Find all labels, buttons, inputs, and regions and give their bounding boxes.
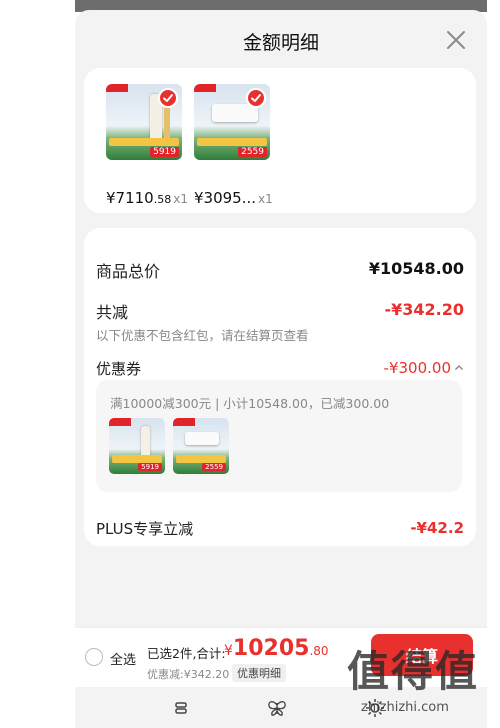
thumbnail-price: 2559 (238, 147, 267, 157)
coupon-product-thumbnail: 2559 (173, 418, 229, 474)
thumbnail-price: 2559 (202, 463, 226, 471)
plus-discount-label: PLUS专享立减 (96, 520, 194, 538)
coupon-product-thumbnail: 5919 (109, 418, 165, 474)
menu-icon[interactable] (170, 697, 192, 719)
checkout-bar: 全选 已选2件,合计: ¥10205.80 优惠减:¥342.20 优惠明细 结… (75, 627, 487, 687)
select-all-label[interactable]: 全选 (110, 649, 136, 668)
select-all-radio[interactable] (85, 648, 103, 666)
coupon-detail-box: 满10000减300元 | 小计10548.00，已减300.00 5919 2… (96, 380, 462, 492)
check-icon (246, 88, 266, 108)
product-qty: x1 (173, 192, 188, 206)
background-right (487, 0, 500, 728)
product-price-2: ¥3095... x1 (194, 189, 273, 207)
total-reduction-value: -¥342.20 (384, 300, 464, 319)
coupon-value: -¥300.00 (383, 359, 451, 377)
discount-detail-button[interactable]: 优惠明细 (232, 664, 286, 682)
product-thumbnail-tower-ac[interactable]: 5919 (106, 84, 182, 160)
sheet-title: 金额明细 (242, 32, 319, 54)
checkout-button[interactable]: 结算 (371, 634, 473, 676)
coupon-toggle[interactable]: -¥300.00 (384, 359, 464, 377)
close-icon[interactable] (443, 27, 469, 53)
background-left (0, 0, 75, 728)
coupon-description: 满10000减300元 | 小计10548.00，已减300.00 (110, 396, 390, 411)
goods-total-value: ¥10548.00 (368, 259, 464, 278)
order-total: ¥10205.80 (224, 636, 329, 661)
total-reduction-label: 共减 (96, 303, 129, 322)
chevron-up-icon (455, 365, 463, 370)
product-thumbnail-wall-ac[interactable]: 2559 (194, 84, 270, 160)
amount-detail-sheet: 金额明细 5919 2559 ¥7110.58 x1 ¥3095... x1 商… (75, 10, 487, 728)
product-price-1: ¥7110.58 x1 (106, 189, 188, 207)
plus-discount-value: -¥42.2 (410, 519, 464, 537)
checkout-label: 结算 (405, 647, 438, 666)
butterfly-icon[interactable] (266, 697, 288, 719)
reduction-note: 以下优惠不包含红包，请在结算页查看 (96, 328, 309, 343)
product-qty: x1 (258, 192, 273, 206)
goods-total-label: 商品总价 (96, 262, 161, 281)
selected-count: 已选2件,合计: (147, 646, 226, 661)
discount-amount: 优惠减:¥342.20 (147, 668, 230, 681)
check-icon (158, 88, 178, 108)
gear-icon[interactable] (364, 697, 386, 719)
thumbnail-price: 5919 (150, 147, 179, 157)
selected-products-card: 5919 2559 ¥7110.58 x1 ¥3095... x1 (84, 68, 476, 213)
thumbnail-price: 5919 (138, 463, 162, 471)
system-navigation-bar (75, 687, 487, 728)
price-summary-card: 商品总价 ¥10548.00 共减 -¥342.20 以下优惠不包含红包，请在结… (84, 228, 476, 546)
coupon-label: 优惠券 (96, 360, 142, 378)
